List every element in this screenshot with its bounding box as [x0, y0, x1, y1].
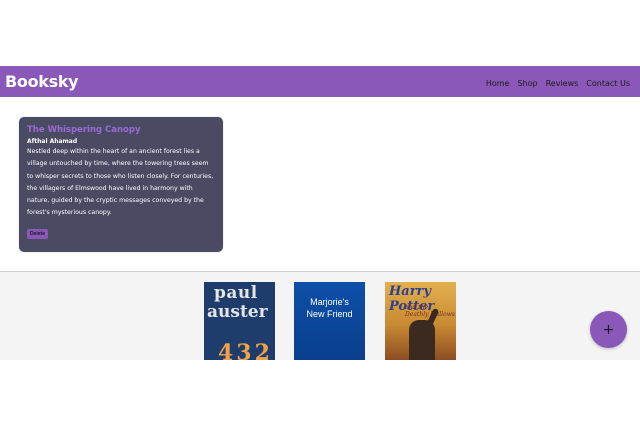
nav-link-reviews[interactable]: Reviews: [546, 79, 579, 88]
book-cover-4321[interactable]: paul auster 4321: [204, 282, 275, 360]
navbar: Booksky Home Shop Reviews Contact Us: [0, 66, 640, 97]
plus-icon: +: [602, 321, 615, 338]
nav-link-contact-us[interactable]: Contact Us: [586, 79, 630, 88]
page: Booksky Home Shop Reviews Contact Us The…: [0, 0, 640, 426]
book-cover-text: Marjorie's New Friend: [294, 296, 365, 320]
book-shelf: paul auster 4321 Marjorie's New Friend H…: [0, 272, 640, 360]
brand-logo[interactable]: Booksky: [5, 72, 79, 91]
book-cover-text: paul: [214, 283, 258, 303]
review-body: Nestled deep within the heart of an anci…: [27, 148, 214, 217]
book-cover-text: auster: [207, 302, 268, 322]
nav-link-home[interactable]: Home: [486, 79, 510, 88]
delete-button[interactable]: Delete: [27, 228, 49, 239]
book-cover-harry-potter[interactable]: Harry Potter and the Deathly Hallows: [385, 282, 456, 360]
book-cover-marjories-new-friend[interactable]: Marjorie's New Friend: [294, 282, 365, 360]
review-title: The Whispering Canopy: [27, 125, 141, 135]
book-cover-line: and the: [405, 304, 429, 311]
nav-link-shop[interactable]: Shop: [517, 79, 537, 88]
review-card: The Whispering Canopy Afthal Ahamad Nest…: [19, 117, 223, 252]
book-cover-line: Marjorie's: [310, 297, 349, 307]
cover-illustration: [409, 320, 435, 360]
add-review-button[interactable]: +: [590, 311, 627, 348]
nav-links: Home Shop Reviews Contact Us: [486, 75, 630, 88]
book-cover-text: 4321: [218, 340, 275, 360]
book-cover-line: New Friend: [306, 309, 353, 319]
review-author: Afthal Ahamad: [27, 138, 78, 145]
